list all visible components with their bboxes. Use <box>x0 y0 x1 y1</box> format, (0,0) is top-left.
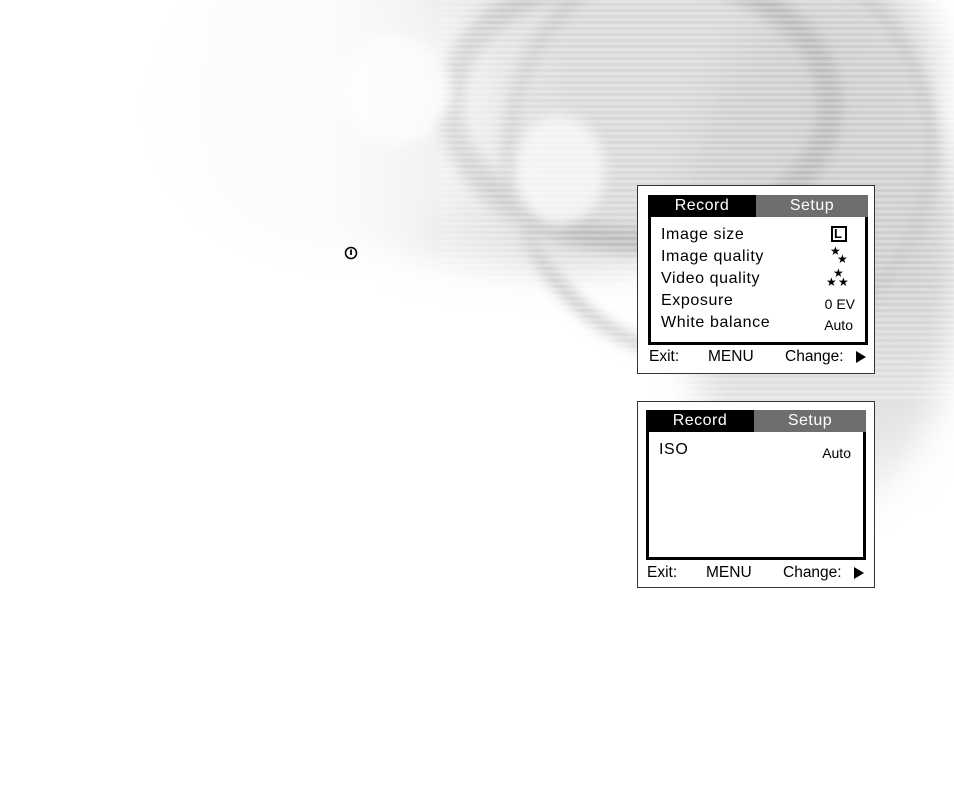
menu-footer: Exit: MENU Change: <box>648 348 868 368</box>
menu-panel: ISO Auto <box>646 432 866 560</box>
exit-label: Exit: <box>649 348 680 365</box>
menu-item-label: ISO <box>659 441 689 458</box>
menu-item-white-balance[interactable]: White balance Auto <box>661 314 855 336</box>
tab-record[interactable]: Record <box>646 410 754 432</box>
change-label: Change: <box>783 564 842 581</box>
record-menu-screen-2: Record Setup ISO Auto Exit: MENU Change: <box>637 401 875 588</box>
lens-background-art <box>0 0 954 790</box>
white-balance-value: Auto <box>824 317 853 333</box>
right-triangle-icon <box>854 567 864 579</box>
right-triangle-icon <box>856 351 866 363</box>
iso-value: Auto <box>822 445 851 461</box>
menu-item-label: Image size <box>661 226 745 243</box>
menu-item-label: Image quality <box>661 248 764 265</box>
menu-tabs: Record Setup <box>646 410 866 432</box>
menu-item-iso[interactable]: ISO Auto <box>659 441 853 463</box>
menu-panel: Image size L Image quality ★ ★ Video qua… <box>648 217 868 345</box>
menu-footer: Exit: MENU Change: <box>646 564 868 584</box>
menu-item-video-quality[interactable]: Video quality ★ ★ ★ <box>661 267 855 292</box>
image-size-value: L <box>834 226 842 241</box>
menu-tabs: Record Setup <box>648 195 868 217</box>
three-star-quality-icon: ★ ★ ★ <box>826 266 849 289</box>
exposure-value: 0 EV <box>824 296 855 312</box>
menu-item-exposure[interactable]: Exposure 0 EV <box>661 292 855 314</box>
two-star-quality-icon: ★ ★ <box>830 244 848 266</box>
power-button-icon <box>344 246 358 260</box>
change-label: Change: <box>785 348 844 365</box>
menu-button-label: MENU <box>708 348 754 365</box>
menu-item-label: Exposure <box>661 292 734 309</box>
tab-setup[interactable]: Setup <box>754 410 866 432</box>
menu-item-label: White balance <box>661 314 771 331</box>
menu-button-label: MENU <box>706 564 752 581</box>
tab-setup[interactable]: Setup <box>756 195 868 217</box>
image-size-large-icon: L <box>831 226 847 242</box>
menu-item-label: Video quality <box>661 270 761 287</box>
tab-record[interactable]: Record <box>648 195 756 217</box>
exit-label: Exit: <box>647 564 678 581</box>
record-menu-screen-1: Record Setup Image size L Image quality … <box>637 185 875 374</box>
